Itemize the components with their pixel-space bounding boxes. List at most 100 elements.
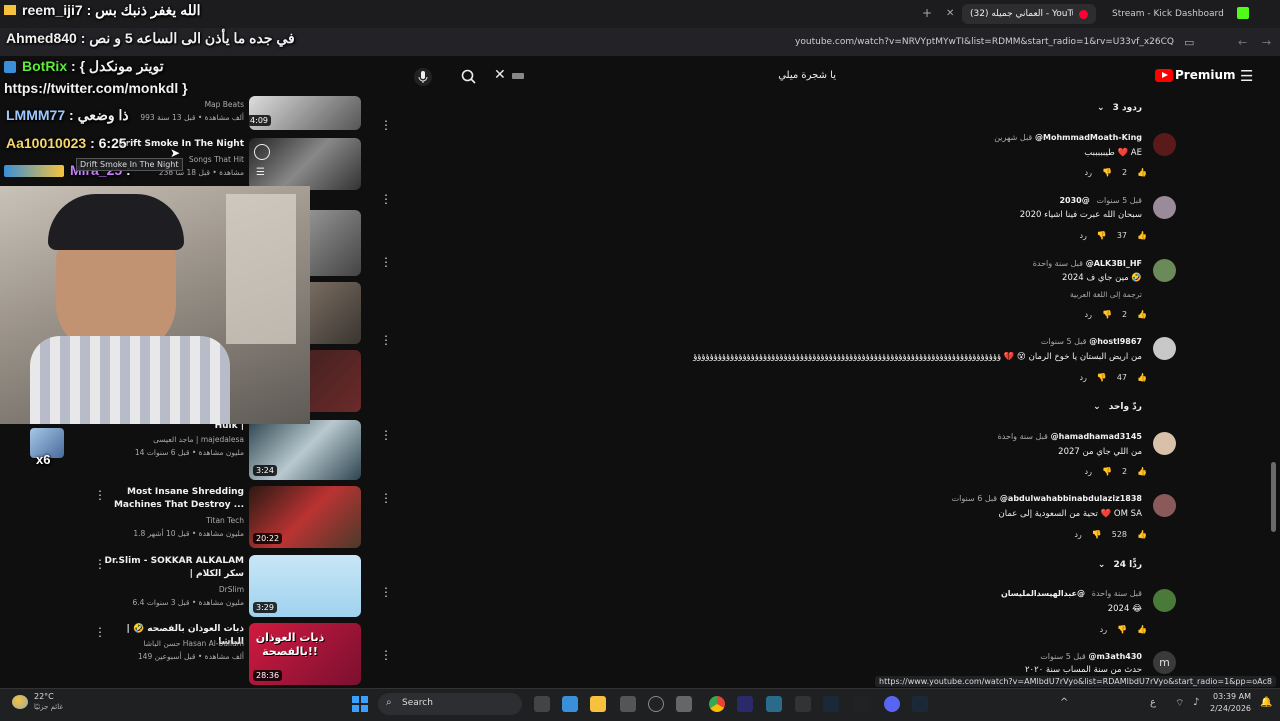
language-indicator-icon[interactable]: ع [1150, 697, 1156, 708]
youtube-logo-icon[interactable] [1155, 69, 1173, 82]
replies-toggle[interactable]: ⌄ ردّ واحد [1093, 402, 1142, 412]
comment-text: مين جاي ف 2024 🤣 [1062, 273, 1142, 283]
comment-author[interactable]: قبل سنة واحدة @hamadhamad3145 [994, 432, 1142, 441]
video-thumbnail[interactable]: 3:29 [249, 555, 361, 617]
task-view-icon[interactable] [534, 696, 550, 712]
like-icon[interactable]: 👍 [1137, 168, 1147, 177]
comment-author[interactable]: قبل سنة واحدة @عبدالهيسدالمليسان [1001, 589, 1142, 598]
replies-toggle[interactable]: ⌄ 3 ردود [1097, 103, 1142, 113]
more-options-icon[interactable]: ⋮ [380, 333, 392, 347]
comment-author[interactable]: قبل 5 سنوات @m3ath430 [1036, 652, 1142, 661]
more-options-icon[interactable]: ⋮ [380, 428, 392, 442]
like-icon[interactable]: 👍 [1137, 373, 1147, 382]
taskbar-search[interactable]: ⌕ Search [378, 693, 522, 715]
file-explorer-icon[interactable] [590, 696, 606, 712]
translate-link[interactable]: ترجمة إلى اللغة العربية [1070, 290, 1142, 299]
search-input[interactable]: يا شجرة ميلي [508, 64, 844, 90]
clear-search-icon[interactable]: ✕ [494, 67, 506, 83]
like-icon[interactable]: 👍 [1137, 231, 1147, 240]
new-tab-icon[interactable]: + [922, 6, 932, 20]
comment-author[interactable]: قبل سنة واحدة @ALK3BI_HF [1029, 259, 1142, 268]
video-thumbnail[interactable]: 20:22 [249, 486, 361, 548]
app-icon[interactable] [620, 696, 636, 712]
dislike-icon[interactable]: 👎 [1117, 625, 1127, 634]
like-icon[interactable]: 👍 [1137, 625, 1147, 634]
dislike-icon[interactable]: 👎 [1097, 231, 1107, 240]
calculator-icon[interactable] [562, 696, 578, 712]
volume-icon[interactable]: ♪ [1193, 697, 1199, 708]
scrollbar-thumb[interactable] [1271, 462, 1276, 532]
add-to-queue-icon[interactable]: ☰ [256, 167, 265, 178]
video-title[interactable]: Dr.Slim - SOKKAR ALKALAM | سكر الكلام [104, 555, 244, 581]
forward-arrow-icon[interactable]: → [1262, 36, 1271, 49]
dislike-icon[interactable]: 👎 [1097, 373, 1107, 382]
avatar[interactable] [1153, 196, 1176, 219]
wifi-icon[interactable]: ⌔ [1175, 697, 1184, 710]
app-icon[interactable] [766, 696, 782, 712]
app-icon[interactable] [676, 696, 692, 712]
reply-button[interactable]: رد [1074, 530, 1081, 539]
video-thumbnail[interactable]: 3:24 [249, 420, 361, 480]
video-title[interactable]: Most Insane Shredding Machines That Dest… [104, 486, 244, 512]
comment-author[interactable]: قبل 5 سنوات @hostl9867 [1037, 337, 1142, 346]
notification-bell-icon[interactable]: 🔔 [1260, 697, 1272, 708]
reply-button[interactable]: رد [1100, 625, 1107, 634]
reply-button[interactable]: رد [1085, 467, 1092, 476]
replies-toggle[interactable]: ⌄ 24 ردًّا [1098, 560, 1142, 570]
comment-author[interactable]: قبل 6 سنوات @abdulwahabbinabdulaziz1838 [948, 494, 1142, 503]
reply-button[interactable]: رد [1085, 310, 1092, 319]
like-icon[interactable]: 👍 [1137, 310, 1147, 319]
url-field[interactable]: youtube.com/watch?v=NRVYptMYwTI&list=RDM… [795, 37, 1174, 47]
chevron-up-icon[interactable]: ^ [1060, 697, 1068, 708]
reply-button[interactable]: رد [1085, 168, 1092, 177]
clock-time[interactable]: 03:39 AM [1213, 692, 1251, 701]
like-count: 2 [1121, 467, 1128, 476]
search-icon[interactable] [460, 68, 478, 89]
premiere-icon[interactable] [737, 696, 753, 712]
watch-later-icon[interactable] [254, 144, 270, 160]
more-options-icon[interactable]: ⋮ [380, 118, 392, 132]
voice-search-icon[interactable] [414, 68, 432, 86]
discord-icon[interactable] [884, 696, 900, 712]
comment-author[interactable]: قبل شهرين @MohmmadMoath-King [990, 133, 1142, 142]
clock-date[interactable]: 2/24/2026 [1210, 704, 1251, 713]
windows-start-icon[interactable] [352, 696, 368, 712]
weather-icon[interactable] [12, 695, 28, 709]
chrome-icon[interactable] [709, 696, 725, 712]
more-options-icon[interactable]: ⋮ [380, 255, 392, 269]
more-options-icon[interactable]: ⋮ [380, 491, 392, 505]
more-options-icon[interactable]: ⋮ [380, 585, 392, 599]
sidebar-icon[interactable]: ▭ [1184, 36, 1194, 49]
more-options-icon[interactable]: ⋮ [380, 648, 392, 662]
avatar[interactable] [1153, 494, 1176, 517]
dislike-icon[interactable]: 👎 [1092, 530, 1102, 539]
reply-button[interactable]: رد [1079, 231, 1086, 240]
like-icon[interactable]: 👍 [1137, 530, 1147, 539]
like-icon[interactable]: 👍 [1137, 467, 1147, 476]
kick-icon[interactable] [1237, 7, 1249, 19]
app-icon[interactable] [853, 696, 869, 712]
dislike-icon[interactable]: 👎 [1102, 168, 1112, 177]
avatar[interactable] [1153, 133, 1176, 156]
dislike-icon[interactable]: 👎 [1102, 467, 1112, 476]
dislike-icon[interactable]: 👎 [1102, 310, 1112, 319]
video-thumbnail[interactable]: ذبات العوذان بالفصحة!! 28:36 [249, 623, 361, 685]
avatar[interactable]: m [1153, 651, 1176, 674]
obs-icon[interactable] [648, 696, 664, 712]
steam-icon[interactable] [823, 696, 839, 712]
back-arrow-icon[interactable]: ← [1238, 36, 1247, 49]
reply-button[interactable]: رد [1079, 373, 1086, 382]
more-options-icon[interactable]: ⋮ [380, 192, 392, 206]
avatar[interactable] [1153, 259, 1176, 282]
avatar[interactable] [1153, 589, 1176, 612]
comment-author[interactable]: قبل 5 سنوات @2030 [1059, 196, 1142, 205]
avatar[interactable] [1153, 337, 1176, 360]
steam-icon[interactable] [912, 696, 928, 712]
capcut-icon[interactable] [795, 696, 811, 712]
tab-youtube[interactable]: العماني جميله (32) - YouTube [962, 4, 1096, 24]
video-thumbnail[interactable]: 4:09 [249, 96, 361, 130]
menu-icon[interactable]: ☰ [1240, 67, 1253, 85]
avatar[interactable] [1153, 432, 1176, 455]
close-tab-icon[interactable]: ✕ [946, 8, 954, 19]
tab-kick-dashboard[interactable]: Stream - Kick Dashboard [1104, 4, 1224, 24]
